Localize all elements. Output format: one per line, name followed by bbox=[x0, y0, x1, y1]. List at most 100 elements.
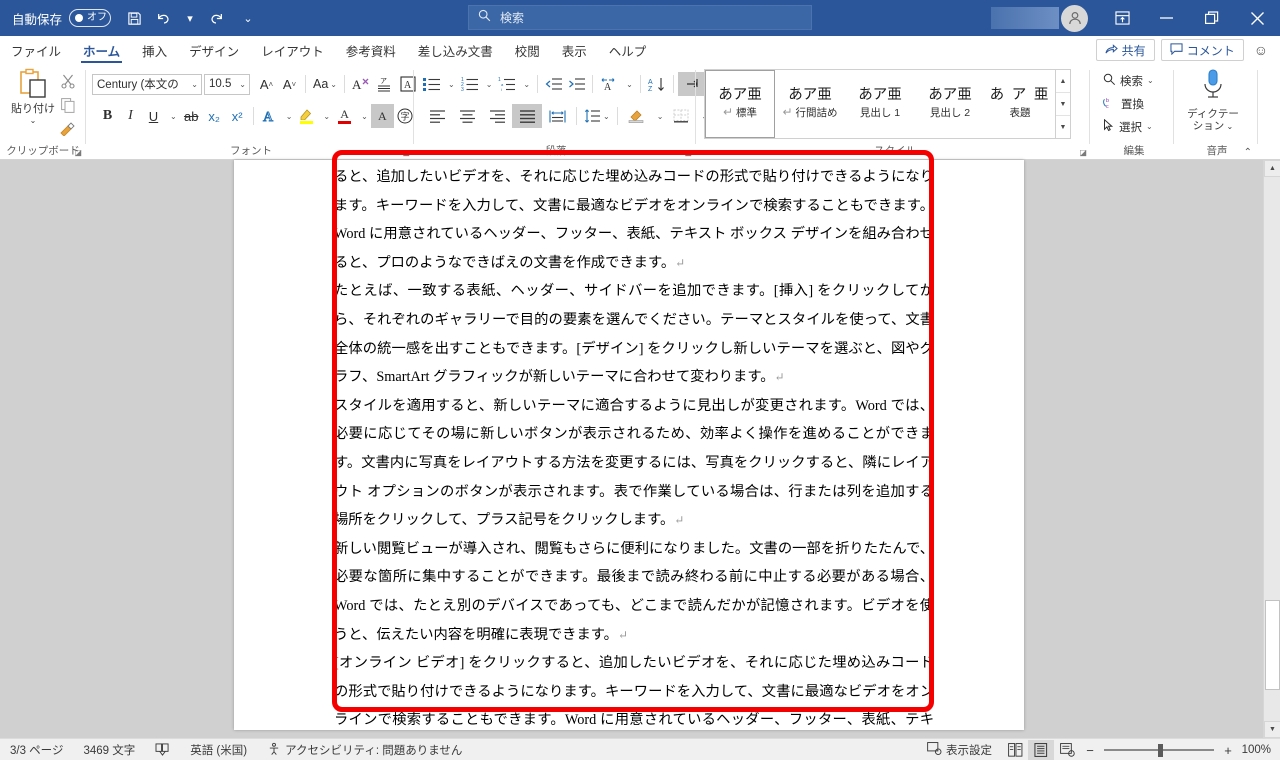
shrink-font-button[interactable]: A ˅ bbox=[278, 72, 301, 96]
scroll-up-icon[interactable]: ▲ bbox=[1056, 70, 1070, 93]
format-painter-icon[interactable] bbox=[56, 117, 80, 140]
style-item-no-spacing[interactable]: あア亜 ↵ 行間詰め bbox=[775, 70, 845, 138]
font-name-combo[interactable]: Century (本文の ⌄ bbox=[92, 73, 202, 95]
superscript-button[interactable]: x² bbox=[226, 104, 249, 128]
font-color-icon[interactable]: A bbox=[333, 104, 356, 128]
line-spacing-icon[interactable]: ⌄ bbox=[581, 104, 613, 128]
numbered-list-dropdown-caret-icon[interactable]: ⌄ bbox=[481, 72, 496, 96]
restore-icon[interactable] bbox=[1189, 0, 1234, 36]
shading-icon[interactable] bbox=[622, 104, 652, 128]
tab-mailings[interactable]: 差し込み文書 bbox=[407, 36, 504, 64]
display-settings-button[interactable]: 表示設定 bbox=[917, 739, 1002, 760]
redo-icon[interactable] bbox=[201, 4, 231, 32]
increase-indent-icon[interactable] bbox=[565, 72, 588, 96]
styles-gallery-scrollbar[interactable]: ▲ ▼ ▼ bbox=[1055, 70, 1070, 138]
read-mode-icon[interactable] bbox=[1002, 740, 1028, 760]
underline-button[interactable]: U bbox=[142, 104, 165, 128]
text-effects-dropdown-caret-icon[interactable]: ⌄ bbox=[281, 104, 296, 128]
asian-layout-dropdown-caret-icon[interactable]: ⌄ bbox=[621, 72, 636, 96]
web-layout-icon[interactable] bbox=[1054, 740, 1080, 760]
asian-layout-icon[interactable]: A bbox=[597, 72, 621, 96]
zoom-out-button[interactable]: − bbox=[1080, 743, 1100, 758]
proofing-errors-icon[interactable] bbox=[145, 739, 180, 760]
select-button[interactable]: 選択 ⌄ bbox=[1099, 115, 1158, 138]
character-shading-icon[interactable]: A bbox=[370, 104, 394, 128]
align-left-icon[interactable] bbox=[422, 104, 452, 128]
replace-button[interactable]: bc 置換 bbox=[1099, 92, 1158, 115]
phonetic-guide-icon[interactable]: ア bbox=[373, 72, 396, 96]
clear-formatting-icon[interactable]: A bbox=[349, 72, 373, 96]
subscript-button[interactable]: x₂ bbox=[203, 104, 226, 128]
tab-insert[interactable]: 挿入 bbox=[131, 36, 178, 64]
zoom-level-button[interactable]: 100% bbox=[1238, 744, 1280, 756]
tab-layout[interactable]: レイアウト bbox=[250, 36, 335, 64]
bullet-list-dropdown-caret-icon[interactable]: ⌄ bbox=[443, 72, 458, 96]
numbered-list-icon[interactable]: 123 bbox=[458, 72, 481, 96]
strikethrough-button[interactable]: ab bbox=[180, 104, 203, 128]
align-right-icon[interactable] bbox=[482, 104, 512, 128]
italic-button[interactable]: I bbox=[119, 104, 142, 128]
paste-button[interactable]: 貼り付け ⌄ bbox=[8, 68, 58, 142]
scrollbar-thumb[interactable] bbox=[1265, 600, 1280, 690]
language-indicator[interactable]: 英語 (米国) bbox=[180, 739, 257, 760]
copy-icon[interactable] bbox=[56, 94, 80, 117]
dictate-button[interactable]: ディクテー ション ⌄ bbox=[1184, 68, 1242, 140]
comments-button[interactable]: コメント bbox=[1160, 39, 1244, 61]
tab-design[interactable]: デザイン bbox=[178, 36, 250, 64]
align-center-icon[interactable] bbox=[452, 104, 482, 128]
styles-dialog-launcher[interactable]: ◪ bbox=[1079, 148, 1087, 157]
clipboard-dialog-launcher[interactable]: ◪ bbox=[74, 148, 82, 157]
font-dialog-launcher[interactable]: ◪ bbox=[402, 148, 410, 157]
tab-home[interactable]: ホーム bbox=[72, 36, 131, 64]
search-input[interactable]: 検索 bbox=[468, 5, 812, 30]
distribute-icon[interactable] bbox=[542, 104, 572, 128]
smiley-feedback-icon[interactable]: ☺ bbox=[1250, 42, 1272, 58]
underline-dropdown-caret-icon[interactable]: ⌄ bbox=[165, 104, 180, 128]
style-item-normal[interactable]: あア亜 ↵ 標準 bbox=[705, 70, 775, 138]
multilevel-list-dropdown-caret-icon[interactable]: ⌄ bbox=[518, 72, 533, 96]
tab-references[interactable]: 参考資料 bbox=[335, 36, 407, 64]
ribbon-display-options-icon[interactable] bbox=[1100, 0, 1144, 36]
bold-button[interactable]: B bbox=[96, 104, 119, 128]
scissors-cut-icon[interactable] bbox=[56, 70, 80, 93]
highlight-dropdown-caret-icon[interactable]: ⌄ bbox=[318, 104, 333, 128]
change-case-button[interactable]: Aa ⌄ bbox=[310, 72, 340, 96]
tab-review[interactable]: 校閲 bbox=[504, 36, 551, 64]
styles-more-icon[interactable]: ▼ bbox=[1056, 116, 1070, 138]
zoom-in-button[interactable]: + bbox=[1218, 743, 1238, 758]
save-icon[interactable] bbox=[119, 4, 149, 32]
shading-dropdown-caret-icon[interactable]: ⌄ bbox=[652, 104, 667, 128]
document-page[interactable]: ると、追加したいビデオを、それに応じた埋め込みコードの形式で貼り付けできるように… bbox=[234, 160, 1024, 757]
style-item-heading1[interactable]: あア亜 見出し 1 bbox=[845, 70, 915, 138]
minimize-icon[interactable] bbox=[1144, 0, 1189, 36]
close-icon[interactable] bbox=[1234, 0, 1280, 36]
scroll-down-icon[interactable]: ▼ bbox=[1056, 93, 1070, 116]
collapse-ribbon-icon[interactable]: ⌃ bbox=[1244, 147, 1252, 158]
autosave-toggle[interactable]: オフ bbox=[69, 9, 112, 27]
text-highlight-icon[interactable] bbox=[295, 104, 318, 128]
tab-help[interactable]: ヘルプ bbox=[598, 36, 658, 64]
style-item-heading2[interactable]: あア亜 見出し 2 bbox=[915, 70, 985, 138]
grow-font-button[interactable]: A ˄ bbox=[255, 72, 278, 96]
paragraph-dialog-launcher[interactable]: ◪ bbox=[684, 148, 692, 157]
share-button[interactable]: 共有 bbox=[1095, 39, 1155, 61]
borders-icon[interactable] bbox=[666, 104, 696, 128]
text-effects-icon[interactable]: A bbox=[258, 104, 281, 128]
avatar[interactable] bbox=[1061, 4, 1088, 32]
scroll-down-icon[interactable]: ▼ bbox=[1264, 721, 1280, 738]
justify-icon[interactable] bbox=[512, 104, 542, 128]
find-button[interactable]: 検索 ⌄ bbox=[1099, 69, 1158, 92]
scroll-up-icon[interactable]: ▲ bbox=[1264, 160, 1280, 177]
page-indicator[interactable]: 3/3 ページ bbox=[0, 739, 73, 760]
document-body-text[interactable]: ると、追加したいビデオを、それに応じた埋め込みコードの形式で貼り付けできるように… bbox=[334, 163, 934, 760]
font-color-dropdown-caret-icon[interactable]: ⌄ bbox=[356, 104, 371, 128]
accessibility-checker[interactable]: アクセシビリティ: 問題ありません bbox=[257, 739, 472, 760]
print-layout-icon[interactable] bbox=[1028, 740, 1054, 760]
zoom-slider[interactable] bbox=[1100, 740, 1218, 760]
word-count[interactable]: 3469 文字 bbox=[73, 739, 145, 760]
undo-icon[interactable] bbox=[149, 4, 179, 32]
font-size-combo[interactable]: 10.5 ⌄ bbox=[204, 73, 250, 95]
zoom-slider-thumb[interactable] bbox=[1158, 743, 1163, 757]
bullet-list-icon[interactable] bbox=[420, 72, 443, 96]
paste-dropdown-caret-icon[interactable]: ⌄ bbox=[30, 116, 37, 125]
